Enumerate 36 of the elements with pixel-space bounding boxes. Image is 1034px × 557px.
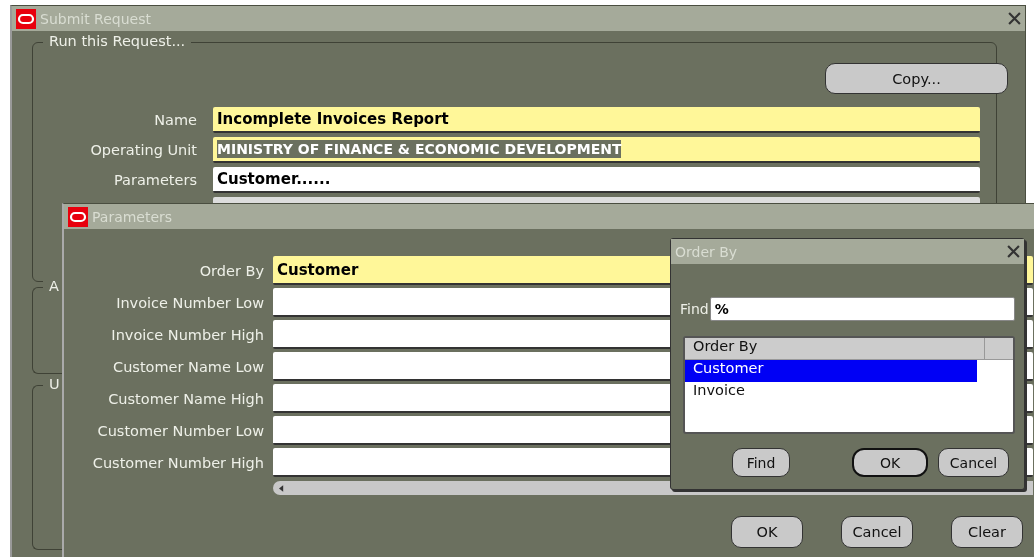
text-field[interactable]: Incomplete Invoices Report [213,107,980,133]
left-arrow-icon[interactable] [279,484,284,492]
field-label: Invoice Number High [110,326,264,343]
list-item[interactable]: Customer [685,360,977,382]
window-title: Parameters [92,208,174,225]
field-label: Invoice Number Low [115,294,264,311]
close-icon[interactable] [1007,245,1020,258]
field-label: Order By [198,262,264,279]
field-label: Name [153,112,197,128]
field-label: Customer Name Low [112,358,264,375]
close-icon[interactable] [1008,12,1021,25]
column-header: Order By [685,338,985,359]
copy-button[interactable]: Copy... [825,63,1008,94]
logo-icon [16,8,36,29]
group-title: Run this Request... [43,33,192,49]
group-title: A [43,278,65,294]
find-label: Find [680,301,709,317]
logo-icon [68,206,88,227]
field-label: Customer Number High [91,454,264,471]
dialog-button[interactable]: Cancel [841,516,913,548]
field-value: Customer [277,260,359,279]
field-value: Incomplete Invoices Report [217,110,449,128]
dialog-button[interactable]: OK [731,516,803,548]
dialog-button[interactable]: Clear [951,516,1023,548]
field-label: Operating Unit [89,142,197,158]
field-label: Customer Name High [107,390,264,407]
field-value: Customer...... [217,170,331,188]
find-field[interactable]: % [709,297,1015,321]
list-item[interactable]: Invoice [685,382,977,404]
dialog-button[interactable]: Find [732,448,790,477]
window-title: Submit Request [40,10,152,27]
dialog-button[interactable]: OK [852,448,928,477]
dialog-button[interactable]: Cancel [938,448,1009,477]
field-label: Parameters [113,172,197,188]
field-label: Customer Number Low [96,422,264,439]
text-field[interactable]: Customer...... [213,167,980,193]
